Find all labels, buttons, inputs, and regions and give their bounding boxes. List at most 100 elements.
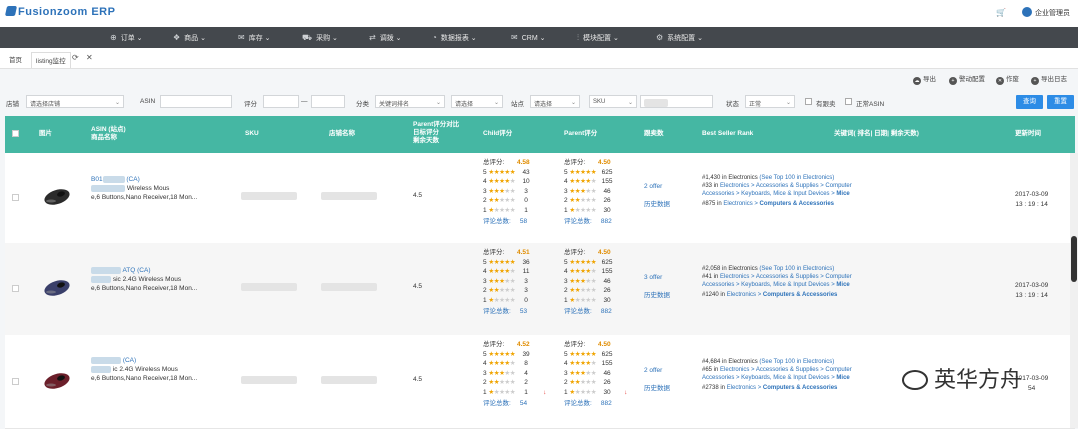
- offer-cell: 2 offer 历史数据: [644, 182, 670, 209]
- child-rating: 总评分: 4.58 5 ★★★★★ 43 4 ★★★★★ 10 3 ★★★★★ 3 2 ★★★…: [483, 158, 543, 227]
- reset-button[interactable]: 重置: [1047, 95, 1074, 109]
- star-icon: ★★★★★: [569, 296, 597, 304]
- star-icon: ★★★★★: [569, 287, 597, 294]
- category-select[interactable]: 关键词排名 ⌄: [375, 95, 445, 108]
- parent-compare-value: 4.5: [413, 375, 423, 383]
- offer-link[interactable]: 2 offer: [644, 366, 670, 375]
- nav-item-transfer[interactable]: ⇄ 调拨 ⌄: [369, 33, 402, 43]
- rating-row-5: 5 ★★★★★ 625: [564, 258, 613, 266]
- app-logo[interactable]: Fusionzoom ERP: [4, 6, 115, 18]
- normal-asin-checkbox[interactable]: [845, 98, 852, 105]
- update-time: 2017-03-09 13 : 19 : 14: [1015, 282, 1049, 299]
- rating-min-input[interactable]: [263, 95, 299, 108]
- tab-home[interactable]: 首页: [9, 54, 22, 64]
- star-icon: ★★★★★: [569, 197, 597, 204]
- star-icon: ★★★★★: [569, 268, 597, 275]
- rating-row-5: 5 ★★★★★ 43: [483, 168, 530, 176]
- select-all-checkbox[interactable]: [12, 130, 19, 137]
- offer-link[interactable]: 2 offer: [644, 182, 670, 191]
- star-icon: ★★★★★: [569, 350, 597, 358]
- scrollbar-thumb[interactable]: [1071, 236, 1077, 282]
- star-icon: ★★★★★: [488, 369, 516, 377]
- nav-item-inventory[interactable]: ✉ 库存 ⌄: [238, 33, 271, 43]
- star-icon: ★★★★★: [488, 178, 516, 185]
- history-link[interactable]: 历史数据: [644, 200, 670, 209]
- star-icon: ★★★★★: [569, 369, 597, 377]
- star-icon: ★★★★★: [569, 277, 597, 285]
- product-image[interactable]: [41, 368, 73, 390]
- child-rating: 总评分: 4.51 5 ★★★★★ 36 4 ★★★★★ 11 3 ★★★★★ 3 2 ★★★…: [483, 248, 543, 317]
- mail-icon: ✉: [238, 33, 245, 42]
- sku-input[interactable]: [640, 95, 713, 108]
- tab-listing-monitor[interactable]: listing监控: [31, 52, 71, 68]
- close-icon[interactable]: ✕: [86, 53, 93, 62]
- history-link[interactable]: 历史数据: [644, 384, 670, 393]
- rating-row-2: 2 ★★★★★ 2: [483, 379, 528, 386]
- watermark: 英华方舟: [902, 362, 1022, 393]
- cart-icon[interactable]: 🛒: [996, 8, 1006, 17]
- wechat-icon: [902, 370, 928, 390]
- child-rating: 总评分: 4.52 5 ★★★★★ 39 4 ★★★★★ 8 3 ★★★★★ 4 2 ★★★★…: [483, 341, 547, 407]
- rating-row-4: 4 ★★★★★ 11: [483, 268, 530, 275]
- rating-row-4: 4 ★★★★★ 155: [564, 178, 613, 185]
- nav-item-reports[interactable]: ◔ 数据报表 ⌄: [432, 33, 477, 43]
- product-image[interactable]: [41, 184, 73, 206]
- nav-item-system[interactable]: ⚙ 系统配置 ⌄: [656, 33, 703, 43]
- scrollbar-track[interactable]: [1070, 153, 1078, 428]
- row-checkbox[interactable]: [12, 194, 19, 201]
- rating-row-5: 5 ★★★★★ 625: [564, 350, 613, 358]
- sku-cell: [241, 375, 297, 384]
- sku-type-select[interactable]: SKU ⌄: [589, 95, 637, 108]
- has-offer-checkbox[interactable]: [805, 98, 812, 105]
- rating-max-input[interactable]: [311, 95, 345, 108]
- row-checkbox[interactable]: [12, 285, 19, 292]
- star-icon: ★★★★★: [569, 258, 597, 266]
- category-value-select[interactable]: 请选择 ⌄: [451, 95, 503, 108]
- product-image[interactable]: [41, 275, 73, 297]
- user-menu[interactable]: 🛒 企业管理员: [996, 7, 1070, 18]
- star-icon: ★★★★★: [488, 268, 516, 275]
- asin-link[interactable]: B01: [91, 176, 103, 183]
- nav-item-products[interactable]: ❖ 商品 ⌄: [173, 33, 206, 43]
- table-header: 图片 ASIN (站点) 商品名称 SKU 店铺名称 Parent评分对比 日标评分…: [5, 116, 1075, 153]
- history-link[interactable]: 历史数据: [644, 291, 670, 300]
- parent-rating: 总评分: 4.50 5 ★★★★★ 625 4 ★★★★★ 155 3 ★★★★★ 46 2 …: [564, 341, 628, 407]
- rating-row-2: 2 ★★★★★ 26: [564, 197, 611, 204]
- export-log-button[interactable]: + 导出日志: [1031, 73, 1067, 85]
- rating-row-2: 2 ★★★★★ 0: [483, 197, 528, 204]
- query-button[interactable]: 查询: [1016, 95, 1043, 109]
- star-icon: ★★★★★: [488, 258, 516, 266]
- star-icon: ★★★★★: [569, 388, 597, 396]
- table-row[interactable]: B01 (CA) Wireless Mous e,6 Buttons,Nano R…: [5, 153, 1075, 244]
- logo-icon: [4, 6, 18, 16]
- alarm-config-button[interactable]: + 警动配置: [949, 73, 985, 85]
- tab-bar: 首页 listing监控 ⟳ ✕: [0, 48, 1078, 69]
- nav-item-crm[interactable]: ✉ CRM ⌄: [511, 33, 545, 42]
- rating-row-5: 5 ★★★★★ 39: [483, 350, 530, 358]
- nav-item-purchase[interactable]: ⛟ 采购 ⌄: [302, 33, 338, 43]
- arrow-down-icon: ↓: [624, 388, 628, 396]
- shop-cell: [321, 283, 377, 291]
- rating-row-5: 5 ★★★★★ 625: [564, 168, 613, 176]
- nav-item-modules[interactable]: ⫶ 模块配置 ⌄: [577, 33, 619, 43]
- status-select[interactable]: 正常 ⌄: [745, 95, 795, 108]
- table-row[interactable]: ATQ (CA) sic 2.4G Wireless Mous e,6 Butto…: [5, 243, 1075, 336]
- cart-icon: ⊕: [110, 33, 117, 42]
- star-icon: ★★★★★: [488, 206, 516, 214]
- asin-cell: (CA) ic 2.4G Wireless Mous e,6 Buttons,Na…: [91, 356, 198, 382]
- bsr-cell: #4,684 in Electronics (See Top 100 in El…: [702, 358, 852, 391]
- rating-row-1: 1 ★★★★★ 1 ↓: [483, 388, 547, 396]
- site-select[interactable]: 请选择 ⌄: [530, 95, 580, 108]
- parent-rating: 总评分: 4.50 5 ★★★★★ 625 4 ★★★★★ 155 3 ★★★★★ 46 2 …: [564, 248, 624, 317]
- row-checkbox[interactable]: [12, 377, 19, 385]
- nav-item-orders[interactable]: ⊕ 订单 ⌄: [110, 33, 143, 43]
- offer-cell: 2 offer 历史数据: [644, 366, 670, 393]
- refresh-icon[interactable]: ⟳: [72, 53, 79, 62]
- void-button[interactable]: ✕ 作废: [996, 73, 1019, 85]
- rating-row-1: 1 ★★★★★ 0: [483, 296, 528, 304]
- offer-link[interactable]: 3 offer: [644, 273, 670, 282]
- star-icon: ★★★★★: [488, 187, 516, 195]
- asin-input[interactable]: [160, 95, 232, 108]
- shop-select[interactable]: 请选择店铺 ⌄: [26, 95, 124, 108]
- export-button[interactable]: ☁ 导出: [913, 73, 936, 85]
